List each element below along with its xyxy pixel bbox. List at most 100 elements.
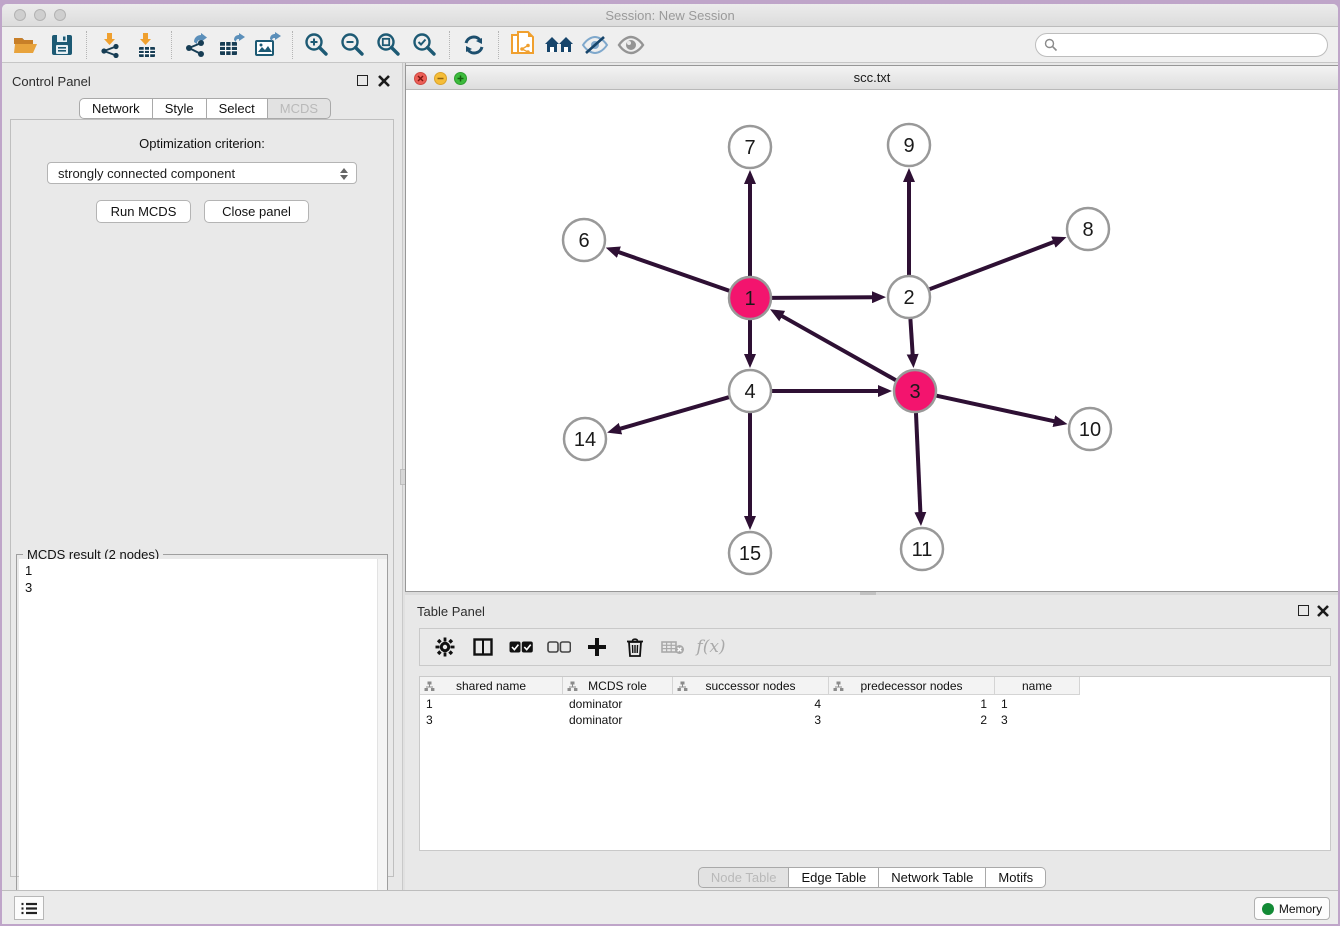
node-table[interactable]: shared name MCDS role successor nodes pr… — [419, 676, 1331, 851]
import-network-button[interactable] — [93, 30, 129, 60]
trash-icon — [626, 637, 644, 657]
select-all-button[interactable] — [504, 632, 538, 662]
zoom-fit-button[interactable] — [371, 30, 407, 60]
criterion-select[interactable]: strongly connected component — [47, 162, 357, 184]
columns-icon — [473, 638, 493, 656]
close-panel-button[interactable]: Close panel — [204, 200, 309, 223]
column-type-icon — [833, 681, 844, 692]
table-settings-button[interactable] — [428, 632, 462, 662]
hide-selected-button[interactable] — [577, 30, 613, 60]
tab-motifs[interactable]: Motifs — [986, 867, 1046, 888]
open-file-button[interactable] — [8, 30, 44, 60]
graph-node-label: 3 — [909, 381, 920, 403]
table-cell[interactable]: 3 — [673, 712, 829, 728]
export-table-button[interactable] — [214, 30, 250, 60]
tab-edge-table[interactable]: Edge Table — [789, 867, 879, 888]
import-table-icon — [135, 32, 159, 58]
table-cell[interactable]: 3 — [420, 712, 563, 728]
clone-network-button[interactable] — [505, 30, 541, 60]
plus-icon — [587, 637, 607, 657]
save-session-button[interactable] — [44, 30, 80, 60]
network-graph[interactable]: 7968124314101511 — [406, 90, 1338, 591]
window-title: Session: New Session — [2, 8, 1338, 23]
mcds-result-item: 1 — [19, 559, 387, 579]
eye-slash-icon — [581, 34, 609, 56]
zoom-selected-button[interactable] — [407, 30, 443, 60]
export-table-icon — [218, 32, 246, 58]
column-header-predecessor-nodes[interactable]: predecessor nodes — [829, 677, 995, 695]
search-input[interactable] — [1058, 38, 1308, 52]
table-panel-title: Table Panel — [417, 604, 485, 619]
search-box[interactable] — [1035, 33, 1328, 57]
graph-edge-2-8[interactable] — [930, 241, 1056, 289]
graph-node-label: 4 — [744, 381, 755, 403]
close-panel-icon[interactable] — [378, 75, 390, 87]
main-toolbar — [2, 27, 1338, 63]
table-cell[interactable]: 3 — [995, 712, 1080, 728]
run-mcds-button[interactable]: Run MCDS — [96, 200, 191, 223]
float-panel-icon[interactable] — [357, 75, 368, 86]
export-image-icon — [254, 32, 282, 58]
status-bar: Memory — [2, 890, 1338, 924]
column-header-successor-nodes[interactable]: successor nodes — [673, 677, 829, 695]
graph-edge-3-11[interactable] — [916, 413, 920, 514]
delete-table-button-disabled — [656, 632, 690, 662]
deselect-all-button[interactable] — [542, 632, 576, 662]
task-history-button[interactable] — [14, 896, 44, 920]
graph-edge-1-6[interactable] — [617, 252, 729, 291]
graph-edge-3-1[interactable] — [780, 315, 895, 380]
add-column-button[interactable] — [580, 632, 614, 662]
mcds-result-list[interactable]: 1 3 — [19, 559, 387, 924]
import-network-icon — [99, 32, 123, 58]
houses-icon — [544, 34, 574, 56]
export-image-button[interactable] — [250, 30, 286, 60]
table-cell[interactable]: dominator — [563, 712, 673, 728]
graph-edge-1-2[interactable] — [772, 297, 874, 298]
refresh-button[interactable] — [456, 30, 492, 60]
table-cell[interactable]: 4 — [673, 696, 829, 712]
column-label: successor nodes — [705, 679, 795, 693]
mcds-result-group: MCDS result (2 nodes) 1 3 — [16, 554, 388, 924]
home-views-button[interactable] — [541, 30, 577, 60]
save-floppy-icon — [51, 34, 73, 56]
network-canvas[interactable]: 7968124314101511 — [406, 90, 1338, 591]
result-scrollbar[interactable] — [377, 559, 387, 924]
tab-mcds[interactable]: MCDS — [268, 98, 331, 119]
graph-edge-3-10[interactable] — [936, 396, 1055, 422]
select-stepper-icon — [338, 166, 350, 182]
toolbar-separator — [449, 31, 450, 59]
float-panel-icon[interactable] — [1298, 605, 1309, 616]
memory-button[interactable]: Memory — [1254, 897, 1330, 920]
export-network-button[interactable] — [178, 30, 214, 60]
table-cell[interactable]: 1 — [829, 696, 995, 712]
table-cell[interactable]: 1 — [995, 696, 1080, 712]
refresh-icon — [461, 32, 487, 58]
close-panel-icon[interactable] — [1317, 605, 1329, 617]
graph-edge-2-3[interactable] — [910, 319, 912, 356]
graph-edge-4-14[interactable] — [619, 397, 729, 429]
column-header-name[interactable]: name — [995, 677, 1080, 695]
column-label: predecessor nodes — [860, 679, 962, 693]
show-all-button[interactable] — [613, 30, 649, 60]
table-cell[interactable]: 1 — [420, 696, 563, 712]
column-header-mcds-role[interactable]: MCDS role — [563, 677, 673, 695]
tab-network-table[interactable]: Network Table — [879, 867, 986, 888]
zoom-out-button[interactable] — [335, 30, 371, 60]
column-type-icon — [567, 681, 578, 692]
tab-network[interactable]: Network — [79, 98, 153, 119]
tab-style[interactable]: Style — [153, 98, 207, 119]
tab-select[interactable]: Select — [207, 98, 268, 119]
table-cell[interactable]: dominator — [563, 696, 673, 712]
fx-icon: f(x) — [696, 637, 725, 657]
tab-node-table[interactable]: Node Table — [698, 867, 790, 888]
table-cell[interactable]: 2 — [829, 712, 995, 728]
toggle-column-panel-button[interactable] — [466, 632, 500, 662]
zoom-in-button[interactable] — [299, 30, 335, 60]
delete-column-button[interactable] — [618, 632, 652, 662]
column-header-shared-name[interactable]: shared name — [420, 677, 563, 695]
document-share-icon — [510, 31, 536, 59]
graph-node-label: 15 — [739, 543, 761, 565]
graph-node-label: 11 — [912, 539, 933, 561]
import-table-button[interactable] — [129, 30, 165, 60]
memory-status-icon — [1262, 903, 1274, 915]
